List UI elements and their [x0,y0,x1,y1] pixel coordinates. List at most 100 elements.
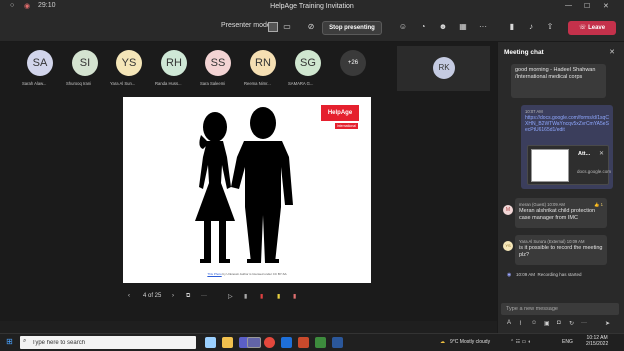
camera-icon[interactable]: ▮ [507,22,517,32]
eraser-icon[interactable]: ▮ [244,293,247,300]
participant-name: Shurooq Irani [66,81,92,86]
powerpoint-icon[interactable] [298,337,309,348]
rk-video-tile[interactable]: RK [397,46,490,91]
preview-title: Att... [578,151,591,157]
avatar: YS [503,241,513,251]
excel-icon[interactable] [315,337,326,348]
caption-link[interactable]: This Photo [207,272,221,276]
message-time: 10:09 AM [566,239,585,244]
chat-icon[interactable]: ◔ [418,22,428,32]
clock[interactable]: 10:12 AM 2/15/2022 [586,335,608,347]
prev-slide-button[interactable]: ‹ [128,293,130,299]
layout-alt-icon[interactable]: ▭ [282,22,292,32]
send-icon[interactable]: ➤ [605,320,610,327]
red-pen-icon[interactable]: ▮ [260,293,263,300]
edge-icon[interactable] [205,337,216,348]
slide-position: 4 of 25 [143,293,162,299]
avatar: SA [27,50,53,76]
recording-icon: ◉ [507,272,512,278]
caption-text: by Unknown Author is licensed under CC B… [221,272,287,276]
phone-icon: ☏ [578,25,589,31]
word-icon[interactable] [332,337,343,348]
layout-icon[interactable] [268,22,278,32]
stop-presenting-button[interactable]: Stop presenting [322,21,382,35]
file-explorer-icon[interactable] [222,337,233,348]
participant-name: Sarah Alaw... [22,81,47,86]
more-options-icon[interactable]: ··· [201,293,207,299]
gif-icon[interactable]: ▣ [544,320,550,327]
message-link[interactable]: https://docs.google.com/forms/d/1sqCXHN_… [525,115,609,143]
avatar: SS [205,50,231,76]
taskbar-search[interactable]: ⌕ [20,336,196,349]
avatar: YS [116,50,142,76]
presenter-mode-label: Presenter mode [221,22,271,29]
minimize-button[interactable]: — [565,2,572,9]
message-sender: meran (Guest) [519,202,546,207]
participant-name: Yara Al Sun... [110,81,136,86]
language-indicator[interactable]: ENG [562,339,573,345]
rooms-icon[interactable]: ▦ [458,22,468,32]
attach-icon[interactable]: ⌇ [519,320,522,327]
mic-icon[interactable]: ♪ [526,22,536,32]
avatar: M [503,205,513,215]
helpage-logo: HelpAge International [321,105,359,130]
participant-name: Sara Saleemi [200,81,226,86]
reactions-icon[interactable]: ☻ [438,22,448,32]
more-participants-button[interactable]: +26 [340,50,366,76]
meeting-toolbar: Presenter mode ▭ ⊘ Stop presenting ☺ ◔ ☻… [0,14,624,42]
like-reaction[interactable]: 👍 1 [594,201,603,208]
close-window-button[interactable]: ✕ [603,2,609,10]
chat-composer[interactable] [501,303,619,315]
pink-pen-icon[interactable]: ▮ [293,293,296,300]
avatar: SG [295,50,321,76]
next-slide-button[interactable]: › [172,293,174,299]
preview-domain: docs.google.com [577,169,612,174]
chat-title: Meeting chat [504,49,544,56]
window-title: HelpAge Training Invitation [270,3,354,10]
share-icon[interactable]: ⇧ [545,22,555,32]
system-text: Recording has started [537,272,582,277]
highlighter-icon[interactable]: ▮ [277,293,280,300]
slides-grid-icon[interactable]: ⧉ [186,293,190,300]
slide-caption: This Photo by Unknown Author is licensed… [123,272,371,276]
participant-name: SAMARA G... [288,81,314,86]
message-sender: Yara Al Suna'a (External) [519,239,566,244]
outlook-icon[interactable] [281,337,292,348]
participant-name: Randa Huss... [155,81,182,86]
close-chat-button[interactable]: ✕ [609,48,615,56]
loop-icon[interactable]: ↻ [569,320,574,327]
people-icon[interactable]: ☺ [398,22,408,32]
more-icon[interactable]: ··· [478,22,488,32]
teams-active-icon[interactable] [247,337,261,348]
avatar: RK [433,57,455,79]
weather-icon: ☁ [440,339,445,345]
pointer-icon[interactable]: ▷ [228,293,233,300]
search-icon: ⌕ [23,338,27,344]
presentation-slide: HelpAge International This Photo by Unkn… [123,97,371,283]
system-message: 10:09 AM Recording has started [516,272,606,278]
leave-button[interactable]: ☏ Leave [568,21,616,35]
message-text: is it possible to record the meeting plz… [519,245,603,258]
avatar: RH [161,50,187,76]
participant-name: Reema Nimr... [244,81,271,86]
remove-preview-icon[interactable]: ✕ [599,150,604,157]
chrome-icon[interactable] [264,337,275,348]
weather-text[interactable]: 9°C Mostly cloudy [450,339,490,345]
chat-message: Yara Al Suna'a (External) 10:09 AM is it… [515,235,607,265]
message-text: good morning - Hadeel Shahwan /Internati… [515,67,596,80]
tray-icons[interactable]: ⌃ ☷ ▭ ◖ [510,339,531,345]
search-input[interactable] [32,336,192,349]
leave-label: Leave [588,25,606,31]
windows-start-icon[interactable]: ⊞ [6,337,13,346]
avatar: SI [72,50,98,76]
message-input[interactable] [501,303,619,315]
maximize-button[interactable]: ☐ [584,2,590,10]
more-chat-icon[interactable]: ··· [581,320,587,326]
sticker-icon[interactable]: ◘ [557,320,561,326]
emoji-icon[interactable]: ☺ [531,320,537,326]
message-text: Meran alshrikat child protection case ma… [519,208,596,221]
link-preview-card[interactable]: Att... ✕ docs.google.com [527,145,612,185]
format-icon[interactable]: A [507,320,511,326]
hide-eye-icon[interactable]: ⊘ [306,22,316,32]
avatar: RN [250,50,276,76]
